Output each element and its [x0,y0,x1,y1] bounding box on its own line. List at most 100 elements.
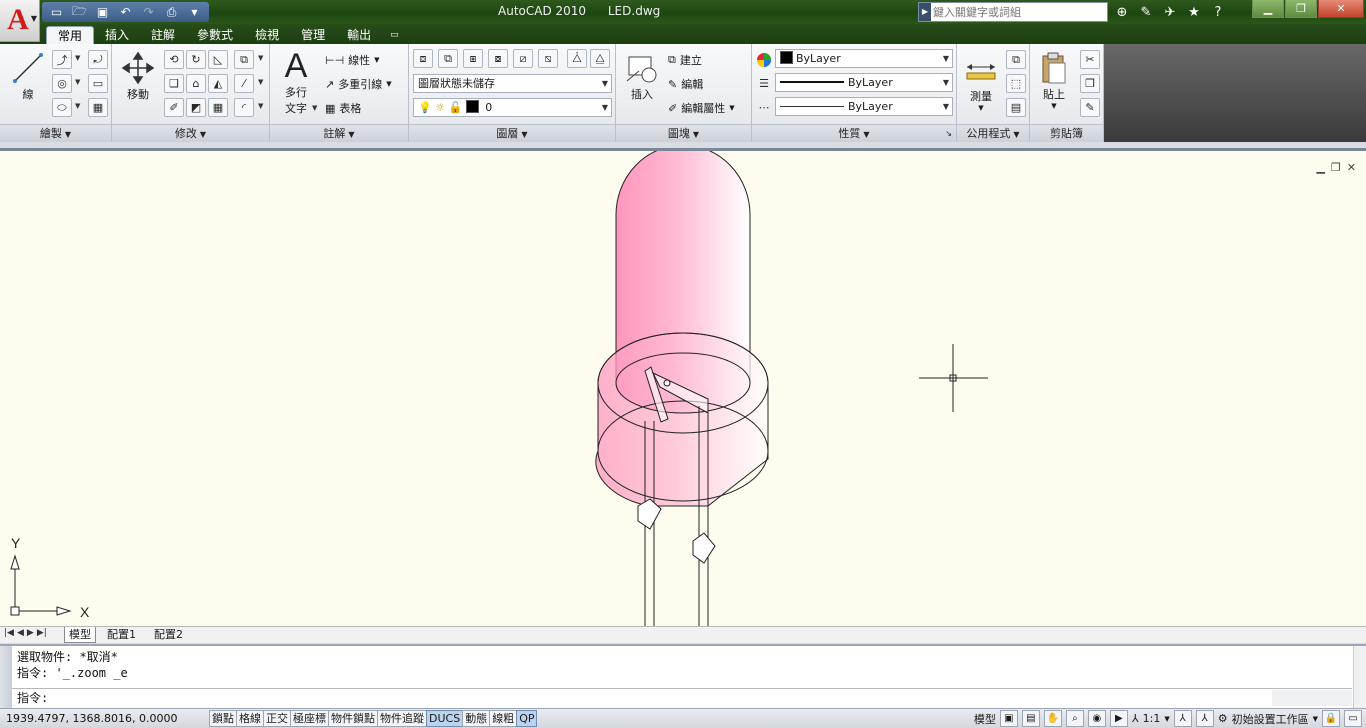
layer-unisolate-icon[interactable]: ⧅ [538,49,558,68]
lock-icon[interactable]: 🔒 [1322,710,1340,727]
lineweight-icon[interactable]: ☰ [754,74,774,93]
linear-dimension-button[interactable]: ⊢⊣ 線性 ▼ [325,52,380,68]
quick-view-icon[interactable]: ▤ [1021,710,1040,727]
tab-insert[interactable]: 插入 [94,26,140,44]
ribbon-minimize-icon[interactable]: ▭ [382,26,407,44]
layer-isolate-icon[interactable]: ⧄ [513,49,533,68]
layer-states-icon[interactable]: ⧉ [438,49,458,68]
command-scrollbar[interactable] [1353,646,1366,708]
help-icon[interactable]: ? [1208,3,1228,21]
layer-match-icon[interactable]: ⧆ [463,49,483,68]
offset-icon[interactable]: ▦ [208,98,228,117]
restore-button[interactable]: ❐ [1285,0,1317,18]
copy-icon[interactable]: ❐ [1080,74,1100,93]
new-icon[interactable]: ▭ [46,3,67,21]
fillet-icon[interactable]: ◜ [234,98,254,117]
search-input[interactable] [933,4,1105,20]
satellite-icon[interactable]: ✈ [1160,3,1180,21]
linetype-icon[interactable]: ⋯ [754,98,774,117]
layer-previous-icon[interactable]: ⧇ [488,49,508,68]
steering-wheel-icon[interactable]: ◉ [1087,710,1106,727]
annotation-scale[interactable]: 1:1 [1143,712,1161,725]
binoculars-icon[interactable]: ⊕ [1112,3,1132,21]
command-input-line[interactable]: 指令: [12,688,1352,708]
array-icon[interactable]: ⧉ [234,50,254,69]
panel-title-modify[interactable]: 修改 ▼ [112,124,269,142]
line-button[interactable]: 線 [8,50,48,102]
chevron-down-icon[interactable]: ▼ [1313,715,1318,723]
select-all-icon[interactable]: ⬚ [1006,74,1026,93]
rotate-icon[interactable]: ↻ [186,50,206,69]
create-block-button[interactable]: ⧉ 建立 [668,52,702,68]
redo-icon[interactable]: ↷ [138,3,159,21]
annotation-visibility-icon[interactable]: ⅄ [1173,710,1192,727]
tab-home[interactable]: 常用 [46,26,95,44]
tab-view[interactable]: 檢視 [244,26,290,44]
lineweight-dropdown[interactable]: ByLayer ▼ [775,73,953,92]
measure-button[interactable]: 測量 ▼ [961,52,1001,112]
layout-tab-model[interactable]: 模型 [64,627,96,643]
calculator-icon[interactable]: ▤ [1006,98,1026,117]
toggle-qp[interactable]: QP [516,710,538,727]
layout-icon[interactable]: ▣ [999,710,1018,727]
layer-properties-icon[interactable]: ⧈ [413,49,433,68]
tab-annotate[interactable]: 註解 [140,26,186,44]
panel-title-properties[interactable]: 性質 ▼ ↘ [752,124,956,142]
chevron-down-icon[interactable]: ▼ [75,102,80,110]
viewport-restore-icon[interactable]: ❐ [1331,161,1341,174]
toggle-snap[interactable]: 鎖點 [209,710,237,727]
erase-icon[interactable]: ✐ [164,98,184,117]
toggle-grid[interactable]: 格線 [236,710,264,727]
viewport-close-icon[interactable]: ✕ [1347,161,1356,174]
layer-freeze-icon[interactable]: ⧊ [567,49,587,68]
undo-icon[interactable]: ↶ [115,3,136,21]
panel-title-block[interactable]: 圖塊 ▼ [616,124,751,142]
toggle-polar[interactable]: 極座標 [290,710,329,727]
panel-title-utilities[interactable]: 公用程式 ▼ [957,124,1029,142]
autoscale-icon[interactable]: ⅄ [1195,710,1214,727]
chevron-down-icon[interactable]: ▼ [258,102,263,110]
circle-icon[interactable]: ◎ [52,74,72,93]
stretch-icon[interactable]: ⌂ [186,74,206,93]
last-layout-icon[interactable]: ▶| [37,628,47,638]
minimize-button[interactable]: ▁ [1252,0,1284,18]
toggle-osnap[interactable]: 物件鎖點 [328,710,378,727]
viewport-minimize-icon[interactable]: ▁ [1316,161,1324,174]
rectangle-icon[interactable]: ▭ [88,74,108,93]
favorites-star-icon[interactable]: ★ [1184,3,1204,21]
save-icon[interactable]: ▣ [92,3,113,21]
layer-state-dropdown[interactable]: 圖層狀態未儲存 ▼ [413,74,612,93]
coordinate-readout[interactable]: 1939.4797, 1368.8016, 0.0000 [6,712,177,725]
color-dropdown[interactable]: ByLayer ▼ [775,49,953,68]
layer-off-icon[interactable]: ⧋ [590,49,610,68]
close-button[interactable]: ✕ [1318,0,1364,18]
panel-title-layers[interactable]: 圖層 ▼ [409,124,615,142]
tab-output[interactable]: 輸出 [336,26,382,44]
layer-dropdown[interactable]: 💡 ☼ 🔓 0 ▼ [413,98,612,117]
command-window-grip[interactable] [0,646,12,708]
break-icon[interactable]: ⁄ [234,74,254,93]
chevron-down-icon[interactable]: ▼ [258,54,263,62]
wrench-icon[interactable]: ✎ [1136,3,1156,21]
color-wheel-icon[interactable] [754,50,774,69]
rotate-icon[interactable]: ⟲ [164,50,184,69]
toggle-ortho[interactable]: 正交 [263,710,291,727]
table-button[interactable]: ▦ 表格 [325,100,361,116]
pan-icon[interactable]: ✋ [1043,710,1062,727]
chevron-down-icon[interactable]: ▼ [75,78,80,86]
zoom-icon[interactable]: ⌕ [1065,710,1084,727]
prev-layout-icon[interactable]: ◀ [17,628,24,638]
move-button[interactable]: 移動 [118,50,158,102]
chevron-down-icon[interactable]: ▼ [75,54,80,62]
toggle-ducs[interactable]: DUCS [426,710,464,727]
tab-parametric[interactable]: 參數式 [186,26,244,44]
open-icon[interactable]: 🗁 [69,3,90,21]
scale-icon[interactable]: ◩ [186,98,206,117]
first-layout-icon[interactable]: |◀ [4,628,14,638]
match-properties-icon[interactable]: ✎ [1080,98,1100,117]
chevron-down-icon[interactable]: ▼ [1164,715,1169,723]
showmotion-icon[interactable]: ▶ [1109,710,1128,727]
clean-screen-icon[interactable]: ▭ [1344,710,1362,727]
drawing-area[interactable]: Y X ▁ ❐ ✕ [0,148,1366,629]
polyline-icon[interactable]: ⤴ [52,50,72,69]
